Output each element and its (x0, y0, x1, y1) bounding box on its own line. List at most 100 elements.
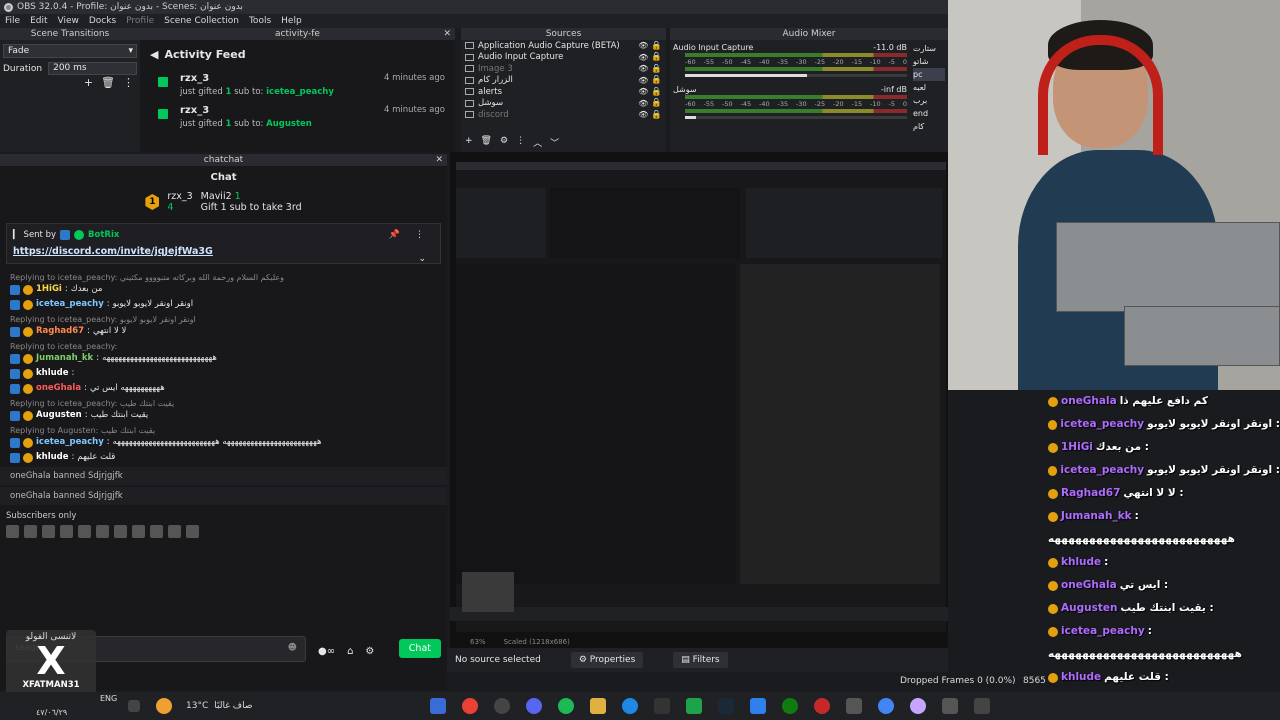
pin-icon[interactable]: 📌 (389, 230, 400, 240)
lock-icon[interactable]: 🔒 (651, 75, 662, 85)
close-icon[interactable]: ✕ (443, 28, 451, 40)
properties-button[interactable]: ⚙ Properties (570, 652, 644, 668)
app-icon[interactable] (846, 698, 863, 714)
menu-profile[interactable]: Profile (121, 16, 159, 26)
filters-button[interactable]: ▤ Filters (673, 652, 728, 668)
source-item[interactable]: Image 3 👁 🔒 (461, 63, 666, 75)
emote-icon[interactable] (78, 525, 91, 538)
app-icon[interactable] (942, 698, 959, 714)
source-item[interactable]: Audio Input Capture 👁 🔒 (461, 52, 666, 64)
source-item[interactable]: الزرار كام 👁 🔒 (461, 75, 666, 87)
chrome-icon[interactable] (462, 698, 479, 714)
excel-icon[interactable] (686, 698, 703, 714)
source-item[interactable]: discord 👁 🔒 (461, 109, 666, 121)
store-icon[interactable] (750, 698, 767, 714)
menu-view[interactable]: View (53, 16, 84, 26)
chat-username[interactable]: icetea_peachy (36, 437, 104, 448)
lock-icon[interactable]: 🔒 (651, 52, 662, 62)
eye-icon[interactable]: 👁 (638, 53, 648, 62)
menu-scene-collection[interactable]: Scene Collection (159, 16, 244, 26)
scaled-size[interactable]: Scaled (1218x686) (504, 638, 570, 646)
app-icon[interactable] (814, 698, 831, 714)
emote-icon[interactable] (24, 525, 37, 538)
source-item[interactable]: Application Audio Capture (BETA) 👁 🔒 (461, 40, 666, 52)
emote-icon[interactable] (150, 525, 163, 538)
eye-icon[interactable]: 👁 (638, 110, 648, 119)
chat-send-button[interactable]: Chat (398, 639, 441, 658)
activity-target[interactable]: Augusten (266, 119, 312, 129)
gear-icon[interactable]: ⚙ (365, 646, 374, 657)
add-icon[interactable]: + (465, 136, 473, 149)
lock-icon[interactable]: 🔒 (651, 64, 662, 74)
add-icon[interactable]: + (84, 76, 93, 89)
duration-input[interactable]: 200 ms (48, 62, 137, 75)
menu-edit[interactable]: Edit (25, 16, 52, 26)
close-icon[interactable]: ✕ (435, 154, 443, 166)
folder-icon[interactable] (590, 698, 607, 714)
volume-slider[interactable] (685, 116, 907, 119)
trash-icon[interactable]: 🗑 (481, 136, 492, 149)
scene-item-selected[interactable]: pc (913, 68, 945, 81)
lock-icon[interactable]: 🔒 (651, 41, 662, 51)
taskbar-lang[interactable]: ENG (100, 694, 117, 703)
chevron-down-icon[interactable]: ⌄ (418, 254, 426, 264)
transition-select[interactable]: Fade (3, 44, 137, 58)
emote-icon[interactable] (132, 525, 145, 538)
app-icon[interactable] (878, 698, 895, 714)
emoji-icon[interactable]: ☻ (288, 643, 297, 653)
trash-icon[interactable]: 🗑 (101, 76, 115, 89)
activity-target[interactable]: icetea_peachy (266, 87, 334, 97)
menu-file[interactable]: File (0, 16, 25, 26)
chat-username[interactable]: 1HiGi (36, 284, 62, 295)
lock-icon[interactable]: 🔒 (651, 110, 662, 120)
terminal-icon[interactable] (654, 698, 671, 714)
eye-icon[interactable]: 👁 (638, 87, 648, 96)
gear-icon[interactable]: ⚙ (500, 136, 508, 149)
emote-icon[interactable] (114, 525, 127, 538)
scene-item[interactable]: كام (913, 120, 945, 133)
eye-icon[interactable]: 👁 (638, 76, 648, 85)
chevron-up-icon[interactable]: ︿ (533, 136, 542, 149)
pinned-link[interactable]: https://discord.com/invite/jqJejfWa3G (13, 246, 434, 257)
scene-item[interactable]: لعبه (913, 81, 945, 94)
menu-help[interactable]: Help (276, 16, 307, 26)
emote-icon[interactable] (6, 525, 19, 538)
chat-username[interactable]: Jumanah_kk (36, 353, 93, 364)
chevron-up-icon[interactable] (128, 700, 140, 712)
scene-item[interactable]: برب (913, 94, 945, 107)
more-icon[interactable]: ⋮ (516, 136, 525, 149)
spotify-icon[interactable] (558, 698, 575, 714)
chat-username[interactable]: icetea_peachy (36, 299, 104, 310)
scene-item[interactable]: شاتو (913, 55, 945, 68)
volume-slider[interactable] (685, 74, 907, 77)
chat-username[interactable]: oneGhala (36, 383, 81, 394)
edge-icon[interactable] (622, 698, 639, 714)
source-item[interactable]: سوشل 👁 🔒 (461, 98, 666, 110)
steam-icon[interactable] (718, 698, 735, 714)
chat-username[interactable]: Raghad67 (36, 326, 84, 337)
lock-icon[interactable]: 🔒 (651, 87, 662, 97)
store-icon[interactable]: ⌂ (347, 646, 353, 657)
preview-canvas[interactable] (450, 152, 948, 648)
discord-icon[interactable] (526, 698, 543, 714)
app-icon[interactable] (910, 698, 927, 714)
more-icon[interactable]: ⋮ (415, 230, 424, 240)
scene-item[interactable]: ستارت (913, 42, 945, 55)
eye-icon[interactable]: 👁 (638, 99, 648, 108)
menu-tools[interactable]: Tools (244, 16, 276, 26)
more-icon[interactable]: ⋮ (123, 76, 134, 89)
chevron-down-icon[interactable]: ﹀ (550, 136, 559, 149)
obs-icon[interactable] (494, 698, 511, 714)
lock-icon[interactable]: 🔒 (651, 98, 662, 108)
chat-username[interactable]: khlude (36, 452, 69, 463)
eye-icon[interactable]: 👁 (638, 64, 648, 73)
emote-icon[interactable] (186, 525, 199, 538)
source-item[interactable]: alerts 👁 🔒 (461, 86, 666, 98)
menu-docks[interactable]: Docks (84, 16, 121, 26)
points-icon[interactable]: ●∞ (318, 646, 335, 657)
emote-icon[interactable] (96, 525, 109, 538)
start-icon[interactable] (430, 698, 447, 714)
emote-icon[interactable] (168, 525, 181, 538)
emote-icon[interactable] (42, 525, 55, 538)
xbox-icon[interactable] (782, 698, 799, 714)
